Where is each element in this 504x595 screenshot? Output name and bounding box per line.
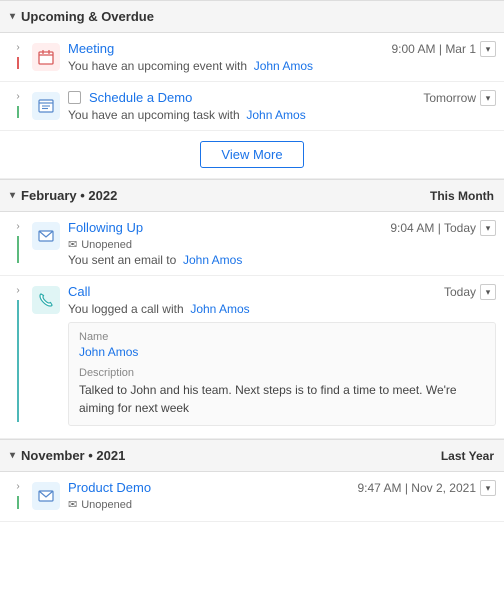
call-dropdown-btn[interactable]: ▾ <box>480 284 496 300</box>
schedule-content: Schedule a Demo Tomorrow ▾ You have an u… <box>60 90 496 122</box>
product-demo-title-row: Product Demo 9:47 AM | Nov 2, 2021 ▾ <box>68 480 496 496</box>
call-desc-label: Description <box>79 367 485 379</box>
left-border-product-demo <box>17 496 19 509</box>
section-header-november: ▾ November • 2021 Last Year <box>0 439 504 472</box>
call-content: Call Today ▾ You logged a call with John… <box>60 284 496 426</box>
section-header-february-title-group: ▾ February • 2022 <box>10 188 117 203</box>
following-status-text: Unopened <box>81 239 132 251</box>
schedule-time: Tomorrow <box>423 91 476 105</box>
schedule-checkbox[interactable] <box>68 91 81 104</box>
section-header-november-title-group: ▾ November • 2021 <box>10 448 125 463</box>
activity-item-schedule-demo: › Schedule a Demo Tomo <box>0 82 504 131</box>
call-name-value[interactable]: John Amos <box>79 345 485 359</box>
schedule-desc-prefix: You have an upcoming task with <box>68 108 240 122</box>
meeting-icon <box>32 43 60 71</box>
meeting-time: 9:00 AM | Mar 1 <box>392 42 477 56</box>
product-demo-dropdown-btn[interactable]: ▾ <box>480 480 496 496</box>
left-border-meeting <box>17 57 19 69</box>
product-demo-title[interactable]: Product Demo <box>68 480 151 495</box>
meeting-link[interactable]: John Amos <box>254 59 313 73</box>
following-content: Following Up 9:04 AM | Today ▾ ✉ Unopene… <box>60 220 496 267</box>
app-container: ▾ Upcoming & Overdue › Meeting <box>0 0 504 522</box>
schedule-link[interactable]: John Amos <box>246 108 305 122</box>
section-title-november: November • 2021 <box>21 448 125 463</box>
left-border-schedule <box>17 106 19 118</box>
product-demo-status-text: Unopened <box>81 499 132 511</box>
meeting-desc-prefix: You have an upcoming event with <box>68 59 247 73</box>
activity-left-product-demo: › <box>4 480 32 513</box>
product-demo-time: 9:47 AM | Nov 2, 2021 <box>357 481 476 495</box>
schedule-title[interactable]: Schedule a Demo <box>89 90 192 105</box>
following-title-row: Following Up 9:04 AM | Today ▾ <box>68 220 496 236</box>
section-title-february: February • 2022 <box>21 188 117 203</box>
chevron-icon-november[interactable]: ▾ <box>10 450 15 461</box>
activity-item-call: › Call Today ▾ You logged a call with <box>0 276 504 439</box>
section-badge-november: Last Year <box>441 449 494 463</box>
activity-item-product-demo: › Product Demo 9:47 AM | Nov 2, 2021 ▾ <box>0 472 504 522</box>
expand-arrow-product-demo[interactable]: › <box>16 480 19 492</box>
view-more-button[interactable]: View More <box>200 141 303 168</box>
product-demo-status: ✉ Unopened <box>68 498 496 511</box>
section-header-title-group: ▾ Upcoming & Overdue <box>10 9 154 24</box>
mail-status-icon-demo: ✉ <box>68 498 77 511</box>
schedule-icon <box>32 92 60 120</box>
view-more-container: View More <box>0 131 504 179</box>
activity-left-meeting: › <box>4 41 32 73</box>
call-desc-prefix: You logged a call with <box>68 302 184 316</box>
call-icon <box>32 286 60 314</box>
following-dropdown-btn[interactable]: ▾ <box>480 220 496 236</box>
expand-arrow-meeting[interactable]: › <box>16 41 19 53</box>
section-upcoming-overdue: ▾ Upcoming & Overdue › Meeting <box>0 0 504 179</box>
meeting-desc: You have an upcoming event with John Amo… <box>68 59 496 73</box>
following-title[interactable]: Following Up <box>68 220 143 235</box>
meeting-content: Meeting 9:00 AM | Mar 1 ▾ You have an up… <box>60 41 496 73</box>
mail-status-icon: ✉ <box>68 238 77 251</box>
following-desc: You sent an email to John Amos <box>68 253 496 267</box>
meeting-title[interactable]: Meeting <box>68 41 114 56</box>
following-desc-prefix: You sent an email to <box>68 253 176 267</box>
call-title-row: Call Today ▾ <box>68 284 496 300</box>
call-desc: You logged a call with John Amos <box>68 302 496 316</box>
meeting-dropdown-btn[interactable]: ▾ <box>480 41 496 57</box>
product-demo-content: Product Demo 9:47 AM | Nov 2, 2021 ▾ ✉ U… <box>60 480 496 513</box>
section-november-2021: ▾ November • 2021 Last Year › Product De… <box>0 439 504 522</box>
following-time: 9:04 AM | Today <box>390 221 476 235</box>
call-name-label: Name <box>79 331 485 343</box>
left-border-following <box>17 236 19 263</box>
schedule-title-row: Schedule a Demo Tomorrow ▾ <box>68 90 496 106</box>
call-link[interactable]: John Amos <box>190 302 249 316</box>
activity-left-schedule: › <box>4 90 32 122</box>
left-border-call <box>17 300 19 422</box>
section-badge-february: This Month <box>430 189 494 203</box>
call-title[interactable]: Call <box>68 284 90 299</box>
following-icon <box>32 222 60 250</box>
chevron-icon-february[interactable]: ▾ <box>10 190 15 201</box>
call-time: Today <box>444 285 476 299</box>
section-header-upcoming: ▾ Upcoming & Overdue <box>0 0 504 33</box>
product-demo-icon <box>32 482 60 510</box>
activity-left-following: › <box>4 220 32 267</box>
expand-arrow-following[interactable]: › <box>16 220 19 232</box>
chevron-icon[interactable]: ▾ <box>10 11 15 22</box>
call-detail-box: Name John Amos Description Talked to Joh… <box>68 322 496 426</box>
expand-arrow-schedule[interactable]: › <box>16 90 19 102</box>
activity-item-following-up: › Following Up 9:04 AM | Today ▾ <box>0 212 504 276</box>
following-link[interactable]: John Amos <box>183 253 242 267</box>
schedule-desc: You have an upcoming task with John Amos <box>68 108 496 122</box>
schedule-dropdown-btn[interactable]: ▾ <box>480 90 496 106</box>
activity-item-meeting: › Meeting 9:00 AM | Mar 1 ▾ <box>0 33 504 82</box>
section-february-2022: ▾ February • 2022 This Month › Following… <box>0 179 504 439</box>
activity-left-call: › <box>4 284 32 426</box>
expand-arrow-call[interactable]: › <box>16 284 19 296</box>
following-status: ✉ Unopened <box>68 238 496 251</box>
section-header-february: ▾ February • 2022 This Month <box>0 179 504 212</box>
call-desc-value: Talked to John and his team. Next steps … <box>79 381 485 417</box>
section-title: Upcoming & Overdue <box>21 9 154 24</box>
meeting-title-row: Meeting 9:00 AM | Mar 1 ▾ <box>68 41 496 57</box>
